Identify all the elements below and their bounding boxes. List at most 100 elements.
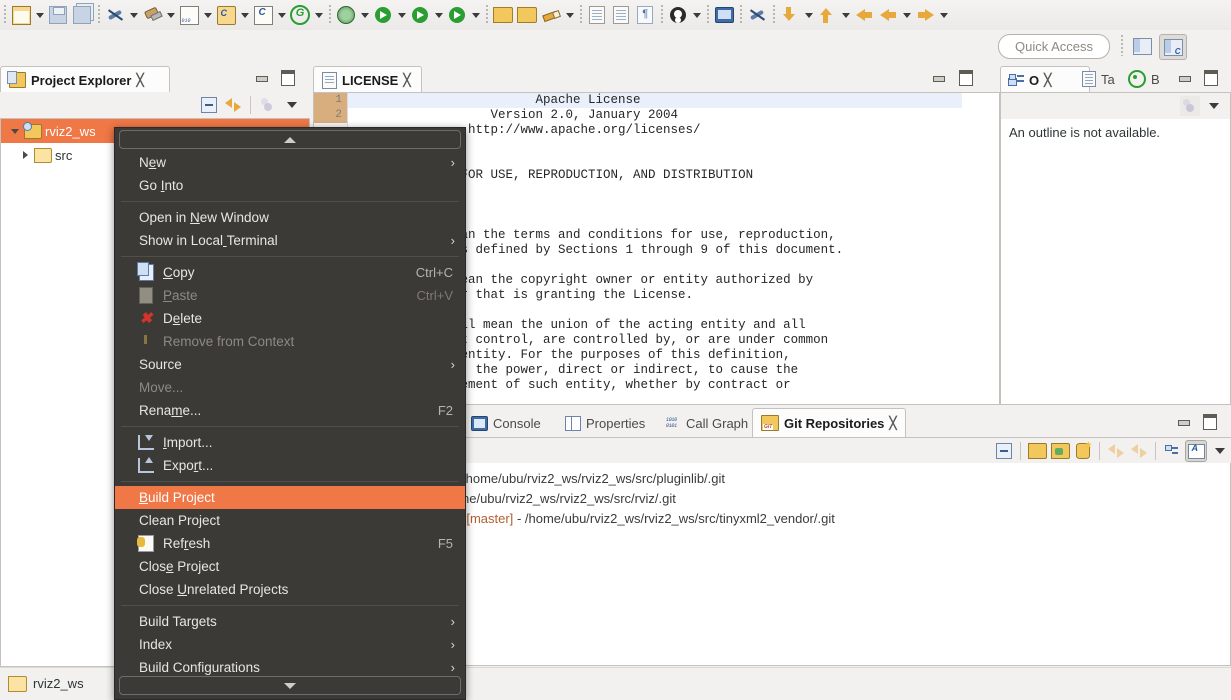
toolbar-button-git-staging[interactable]: G bbox=[288, 2, 312, 28]
toolbar-button-debug[interactable] bbox=[334, 2, 358, 28]
toolbar-button-pencil-edit[interactable] bbox=[539, 2, 563, 28]
tab-project-explorer[interactable]: Project Explorer ╳ bbox=[0, 66, 170, 93]
open-perspective-button[interactable] bbox=[1129, 34, 1155, 58]
c-file-dropdown-arrow[interactable] bbox=[275, 4, 288, 26]
toolbar-button-user-account[interactable] bbox=[666, 2, 690, 28]
user-dropdown-arrow[interactable] bbox=[690, 4, 703, 26]
forward-dropdown-arrow[interactable] bbox=[937, 4, 950, 26]
menu-item-remove-from-context[interactable]: Remove from Context bbox=[115, 330, 465, 353]
list-item[interactable]: /home/ubu/rviz2_ws/rviz2_ws/src/pluginli… bbox=[456, 469, 1230, 489]
menu-item-build-targets[interactable]: Build Targets› bbox=[115, 610, 465, 633]
menu-item-index[interactable]: Index› bbox=[115, 633, 465, 656]
menu-item-go-into[interactable]: Go Into bbox=[115, 174, 465, 197]
toolbar-button-arrow-up[interactable] bbox=[815, 2, 839, 28]
new-file-dropdown-arrow[interactable] bbox=[33, 4, 46, 26]
link-with-selection-button[interactable] bbox=[1162, 441, 1182, 461]
quick-access-input[interactable]: Quick Access bbox=[998, 34, 1110, 59]
add-existing-repository-button[interactable] bbox=[1027, 441, 1047, 461]
close-icon[interactable]: ╳ bbox=[136, 73, 143, 87]
toolbar-button-open-folder[interactable] bbox=[515, 2, 539, 28]
toolbar-button-open-type[interactable] bbox=[491, 2, 515, 28]
toolbar-button-binary[interactable] bbox=[177, 2, 201, 28]
menu-item-close-unrelated-projects[interactable]: Close Unrelated Projects bbox=[115, 578, 465, 601]
close-icon[interactable]: ╳ bbox=[403, 73, 410, 87]
arrow-down-dropdown-arrow[interactable] bbox=[802, 4, 815, 26]
toolbar-button-skip-breakpoints[interactable] bbox=[745, 2, 769, 28]
toolbar-button-new-file[interactable] bbox=[9, 2, 33, 28]
menu-item-new[interactable]: New› bbox=[115, 151, 465, 174]
menu-scroll-down-button[interactable] bbox=[119, 676, 461, 695]
back-dropdown-arrow[interactable] bbox=[900, 4, 913, 26]
tab-git-repositories[interactable]: Git Repositories ╳ bbox=[752, 408, 906, 437]
tab-console[interactable]: Console bbox=[463, 410, 549, 436]
toolbar-button-forward[interactable] bbox=[913, 2, 937, 28]
tab-build-console[interactable]: B bbox=[1120, 66, 1168, 92]
view-filters-button[interactable] bbox=[258, 95, 278, 115]
view-menu-button[interactable] bbox=[282, 95, 302, 115]
toolbar-button-run-configurations[interactable] bbox=[408, 2, 432, 28]
run-config-dropdown-arrow[interactable] bbox=[432, 4, 445, 26]
toolbar-button-build-disabled[interactable] bbox=[103, 2, 127, 28]
list-item[interactable]: ne/ubu/rviz2_ws/rviz2_ws/src/rviz/.git bbox=[456, 489, 1230, 509]
menu-item-delete[interactable]: ✖Delete bbox=[115, 307, 465, 330]
toolbar-button-page-view[interactable] bbox=[609, 2, 633, 28]
toolbar-button-back[interactable] bbox=[876, 2, 900, 28]
toolbar-button-new-c-file[interactable] bbox=[251, 2, 275, 28]
menu-item-rename[interactable]: Rename...F2 bbox=[115, 399, 465, 422]
outline-filters-button[interactable] bbox=[1180, 96, 1200, 116]
maximize-button[interactable] bbox=[279, 69, 296, 86]
menu-item-export[interactable]: Export... bbox=[115, 454, 465, 477]
profile-dropdown-arrow[interactable] bbox=[469, 4, 482, 26]
close-icon[interactable]: ╳ bbox=[889, 416, 896, 430]
cpp-project-dropdown-arrow[interactable] bbox=[238, 4, 251, 26]
minimize-button[interactable] bbox=[1176, 70, 1193, 87]
build-dropdown-arrow[interactable] bbox=[127, 4, 140, 26]
tab-license[interactable]: LICENSE ╳ bbox=[313, 66, 422, 93]
menu-item-close-project[interactable]: Close Project bbox=[115, 555, 465, 578]
collapse-all-button[interactable] bbox=[994, 441, 1014, 461]
cpp-perspective-button[interactable] bbox=[1159, 34, 1187, 60]
view-menu-button[interactable] bbox=[1204, 96, 1224, 116]
menu-item-paste[interactable]: PasteCtrl+V bbox=[115, 284, 465, 307]
toolbar-button-arrow-down[interactable] bbox=[778, 2, 802, 28]
toolbar-button-remote-monitor[interactable] bbox=[712, 2, 736, 28]
toolbar-button-save-all[interactable] bbox=[70, 2, 94, 28]
minimize-button[interactable] bbox=[930, 70, 947, 87]
menu-item-clean-project[interactable]: Clean Project bbox=[115, 509, 465, 532]
arrow-up-dropdown-arrow[interactable] bbox=[839, 4, 852, 26]
tab-tasks[interactable]: Ta bbox=[1074, 66, 1123, 92]
create-repository-button[interactable] bbox=[1073, 441, 1093, 461]
twisty-open-icon[interactable] bbox=[9, 129, 21, 134]
link-with-editor-button[interactable] bbox=[223, 95, 243, 115]
tab-properties[interactable]: Properties bbox=[557, 410, 653, 436]
toolbar-button-new-cpp-project[interactable] bbox=[214, 2, 238, 28]
close-icon[interactable]: ╳ bbox=[1044, 73, 1051, 87]
pencil-dropdown-arrow[interactable] bbox=[563, 4, 576, 26]
tab-call-graph[interactable]: 10100101 Call Graph bbox=[658, 410, 756, 436]
menu-item-import[interactable]: Import... bbox=[115, 431, 465, 454]
debug-dropdown-arrow[interactable] bbox=[358, 4, 371, 26]
menu-item-refresh[interactable]: RefreshF5 bbox=[115, 532, 465, 555]
toolbar-button-back-star[interactable] bbox=[852, 2, 876, 28]
binary-dropdown-arrow[interactable] bbox=[201, 4, 214, 26]
toolbar-button-next-annotation[interactable] bbox=[585, 2, 609, 28]
minimize-button[interactable] bbox=[253, 70, 270, 87]
fetch-button[interactable] bbox=[1129, 441, 1149, 461]
menu-item-copy[interactable]: CopyCtrl+C bbox=[115, 261, 465, 284]
clone-repository-button[interactable] bbox=[1050, 441, 1070, 461]
toolbar-button-build[interactable] bbox=[140, 2, 164, 28]
toolbar-button-pilcrow[interactable]: ¶ bbox=[633, 2, 657, 28]
menu-item-move[interactable]: Move... bbox=[115, 376, 465, 399]
toolbar-button-profile[interactable] bbox=[445, 2, 469, 28]
toggle-branch-hierarchy-button[interactable] bbox=[1185, 440, 1207, 462]
view-menu-button[interactable] bbox=[1210, 441, 1230, 461]
menu-scroll-up-button[interactable] bbox=[119, 130, 461, 149]
maximize-button[interactable] bbox=[1202, 69, 1219, 86]
menu-item-build-project[interactable]: Build Project bbox=[115, 486, 465, 509]
list-item[interactable]: r[master] - /home/ubu/rviz2_ws/rviz2_ws/… bbox=[456, 509, 1230, 529]
toolbar-button-save[interactable] bbox=[46, 2, 70, 28]
maximize-button[interactable] bbox=[1201, 413, 1218, 430]
menu-item-source[interactable]: Source› bbox=[115, 353, 465, 376]
menu-item-show-in-local-terminal[interactable]: Show in Local Terminal› bbox=[115, 229, 465, 252]
git-dropdown-arrow[interactable] bbox=[312, 4, 325, 26]
